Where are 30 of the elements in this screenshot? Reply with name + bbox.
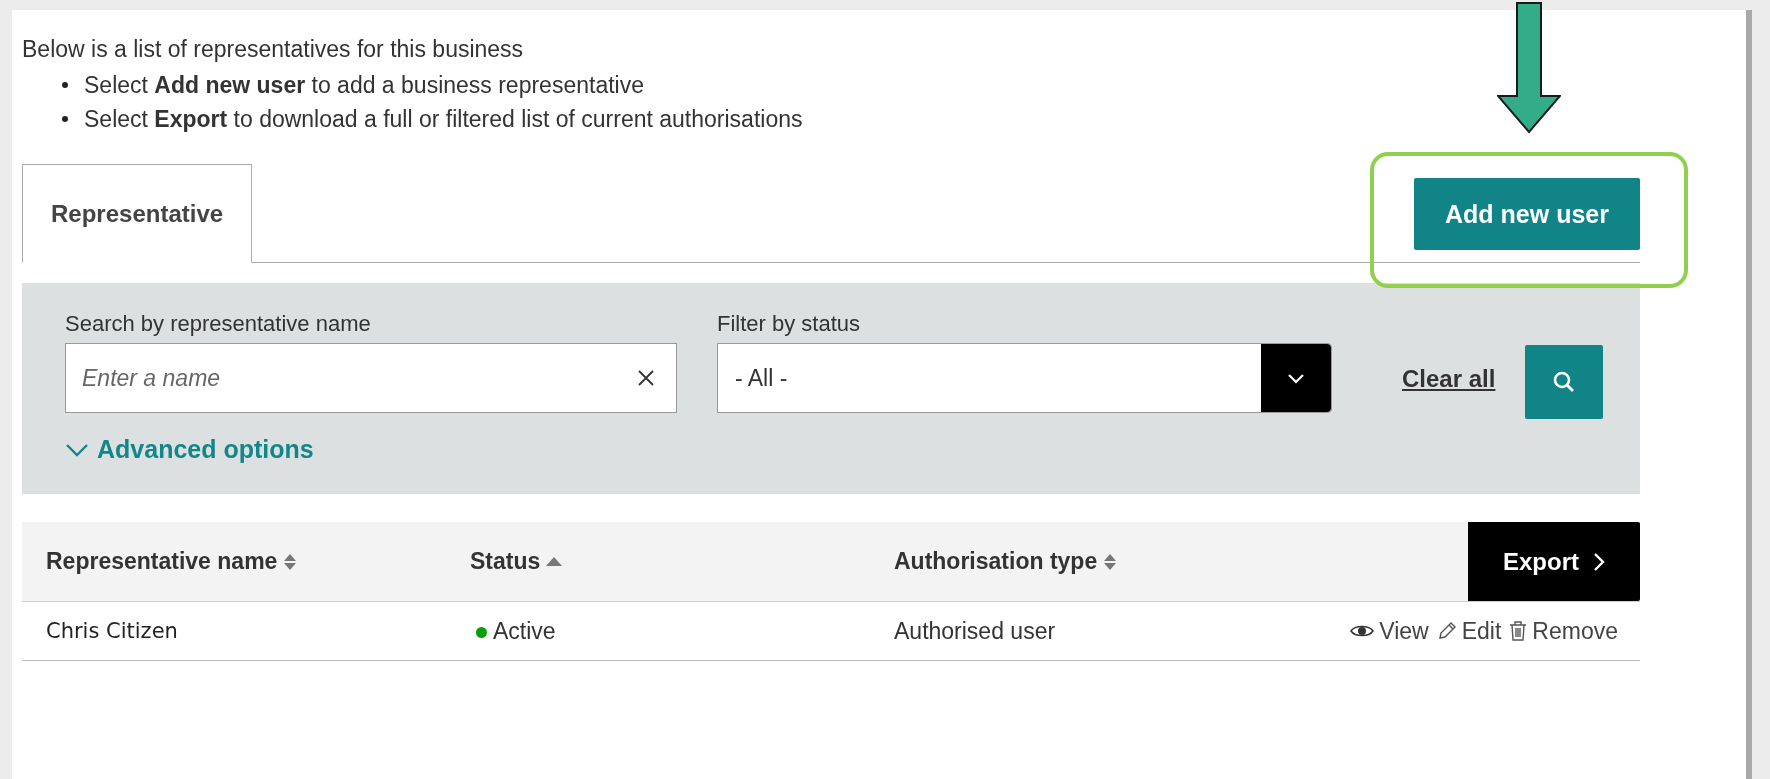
eye-icon bbox=[1350, 623, 1375, 639]
status-text: Active bbox=[493, 617, 556, 645]
add-user-button[interactable]: Add new user bbox=[1414, 178, 1640, 250]
chevron-down-icon bbox=[1287, 372, 1305, 384]
column-header[interactable]: Authorisation type bbox=[894, 548, 1264, 575]
chevron-icon bbox=[65, 442, 89, 457]
remove-link[interactable]: Remove bbox=[1509, 617, 1618, 645]
search-button[interactable] bbox=[1525, 345, 1604, 419]
tab[interactable]: Representative bbox=[22, 164, 253, 263]
status-dropdown[interactable]: - All - bbox=[717, 343, 1332, 413]
trash-icon bbox=[1509, 621, 1528, 641]
pencil-icon bbox=[1436, 621, 1457, 641]
table-cell-text: Chris Citizen bbox=[45, 619, 179, 643]
export-button[interactable]: Export bbox=[1468, 522, 1640, 601]
field-label: Filter by status bbox=[717, 311, 862, 337]
clear-all-link[interactable]: Clear all bbox=[1402, 365, 1496, 393]
bullet-dot bbox=[62, 82, 68, 88]
table-cell-text: Authorised user bbox=[894, 617, 1057, 645]
edit-link[interactable]: Edit bbox=[1436, 617, 1502, 645]
view-link[interactable]: View bbox=[1350, 617, 1429, 645]
chevron-right-icon bbox=[1593, 551, 1605, 572]
bullet-text: Select Export to download a full or filtered list of current authorisations bbox=[84, 105, 803, 134]
column-header[interactable]: Status bbox=[470, 548, 894, 575]
intro-text: Below is a list of representatives for this business bbox=[22, 35, 525, 64]
field-label: Search by representative name bbox=[65, 311, 372, 337]
bullet-text: Select Add new user to add a business representative bbox=[84, 71, 644, 100]
column-header[interactable]: Representative name bbox=[22, 548, 470, 575]
bullet-dot bbox=[62, 116, 68, 122]
search-field[interactable]: Enter a name bbox=[65, 343, 677, 413]
clear-icon[interactable] bbox=[637, 369, 655, 387]
